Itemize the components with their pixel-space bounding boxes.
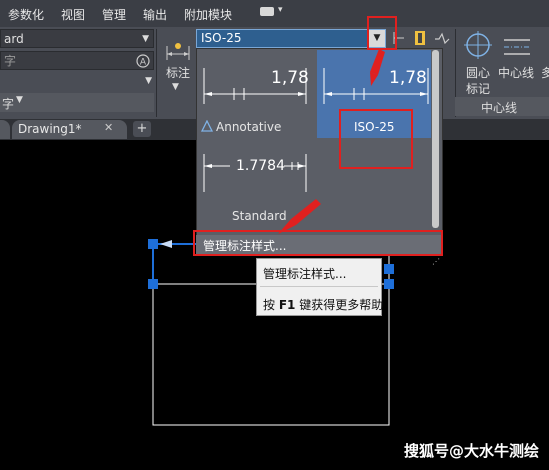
- annotation-arrows: [278, 49, 385, 234]
- watermark: 搜狐号@大水牛测绘: [404, 442, 540, 460]
